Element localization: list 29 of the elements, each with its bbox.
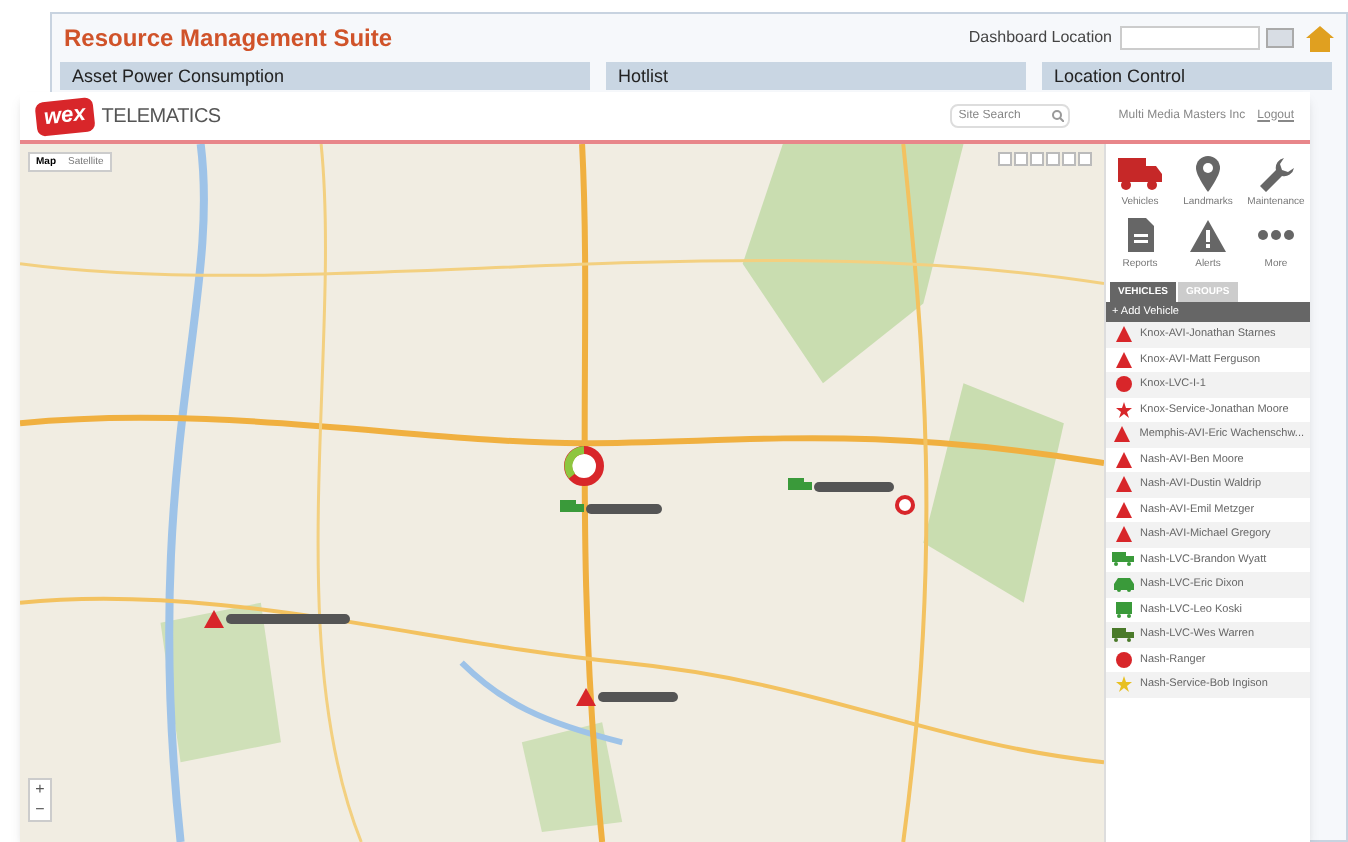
cluster-ring-icon xyxy=(564,446,604,486)
ring-marker-icon xyxy=(894,494,916,516)
zoom-in-button[interactable]: + xyxy=(30,780,50,800)
marker-label-tag xyxy=(814,482,894,492)
dashboard-location-label: Dashboard Location xyxy=(968,26,1112,50)
zoom-out-button[interactable]: − xyxy=(30,800,50,820)
brand-logo: wex xyxy=(34,96,96,136)
brand-name: TELEMATICS xyxy=(101,103,221,131)
widget-title: Asset Power Consumption xyxy=(72,66,285,86)
widget-title: Location Control xyxy=(1054,66,1186,86)
truck-marker-icon xyxy=(560,500,584,516)
dropdown-button[interactable] xyxy=(1266,28,1294,48)
document-icon xyxy=(1127,218,1153,252)
truck-icon xyxy=(1118,158,1162,190)
search-icon xyxy=(1052,110,1065,122)
more-icon xyxy=(1258,230,1294,240)
marker-label-tag xyxy=(226,614,350,624)
warning-marker-icon xyxy=(576,688,596,706)
warning-marker-icon xyxy=(204,610,224,628)
widget-title: Hotlist xyxy=(618,66,669,86)
truck-marker-icon xyxy=(788,478,812,494)
warning-icon xyxy=(1190,219,1226,251)
dashboard-title: Resource Management Suite xyxy=(64,22,395,56)
wrench-icon xyxy=(1259,157,1293,191)
marker-label-tag xyxy=(586,504,662,514)
dashboard-location-field[interactable] xyxy=(1120,26,1260,50)
home-icon xyxy=(1306,25,1334,51)
map-pin-icon xyxy=(1196,156,1220,192)
marker-label-tag xyxy=(598,692,678,702)
